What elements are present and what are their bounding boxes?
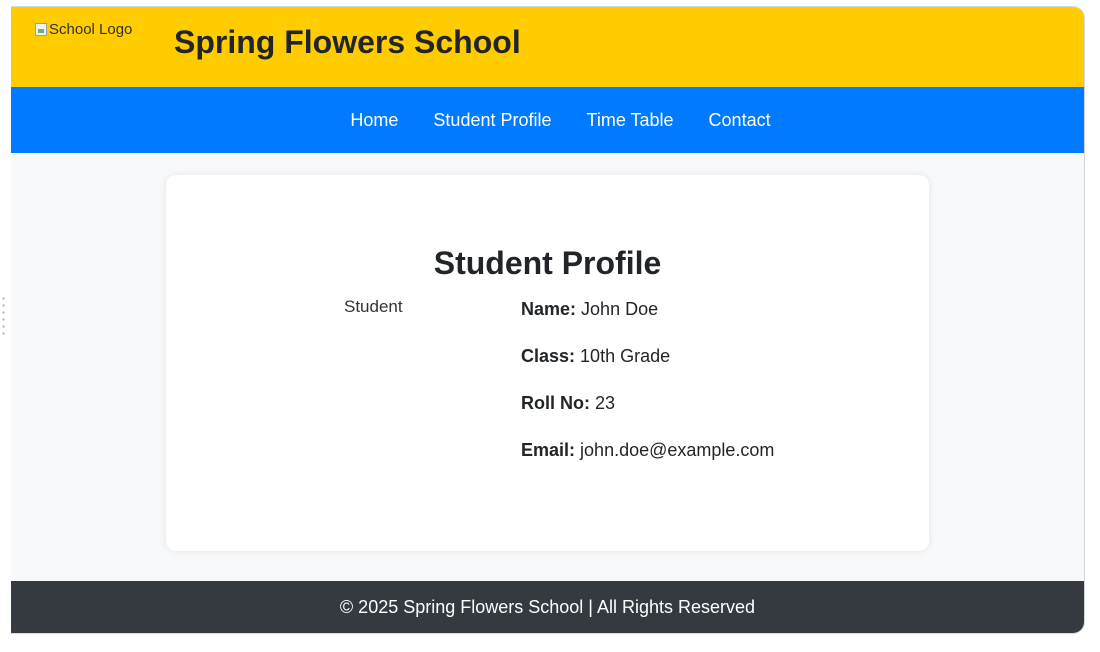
browser-window: School Logo Spring Flowers School Home S… (11, 6, 1085, 634)
profile-title: Student Profile (433, 245, 662, 281)
detail-class-label: Class: (521, 346, 576, 366)
school-logo-alt-text: School Logo (49, 21, 133, 38)
profile-card: Student Profile Student Name: John Doe C… (166, 175, 929, 551)
broken-image-icon (35, 23, 47, 36)
detail-email-label: Email: (521, 440, 576, 460)
nav-link-home[interactable]: Home (350, 110, 398, 131)
detail-class-value: 10th Grade (580, 346, 671, 366)
detail-email: Email: john.doe@example.com (521, 440, 774, 487)
main-nav: Home Student Profile Time Table Contact (11, 87, 1084, 153)
profile-details: Name: John Doe Class: 10th Grade Roll No… (521, 299, 774, 487)
nav-link-contact[interactable]: Contact (709, 110, 771, 131)
detail-class: Class: 10th Grade (521, 346, 774, 393)
site-title: Spring Flowers School (174, 24, 521, 60)
detail-roll-no-value: 23 (595, 393, 616, 413)
school-logo: School Logo (35, 21, 132, 38)
site-footer: © 2025 Spring Flowers School | All Right… (11, 581, 1084, 633)
main-content: Student Profile Student Name: John Doe C… (11, 153, 1084, 575)
site-header: School Logo Spring Flowers School (11, 7, 1084, 87)
footer-text: © 2025 Spring Flowers School | All Right… (339, 596, 756, 617)
detail-name-value: John Doe (581, 299, 659, 319)
window-resize-handle[interactable] (2, 295, 5, 337)
nav-link-time-table[interactable]: Time Table (587, 110, 674, 131)
detail-roll-no: Roll No: 23 (521, 393, 774, 440)
detail-roll-no-label: Roll No: (521, 393, 590, 413)
detail-name-label: Name: (521, 299, 577, 319)
nav-link-student-profile[interactable]: Student Profile (433, 110, 551, 131)
detail-name: Name: John Doe (521, 299, 774, 346)
detail-email-value: john.doe@example.com (580, 440, 775, 460)
student-photo: Student (344, 297, 403, 316)
